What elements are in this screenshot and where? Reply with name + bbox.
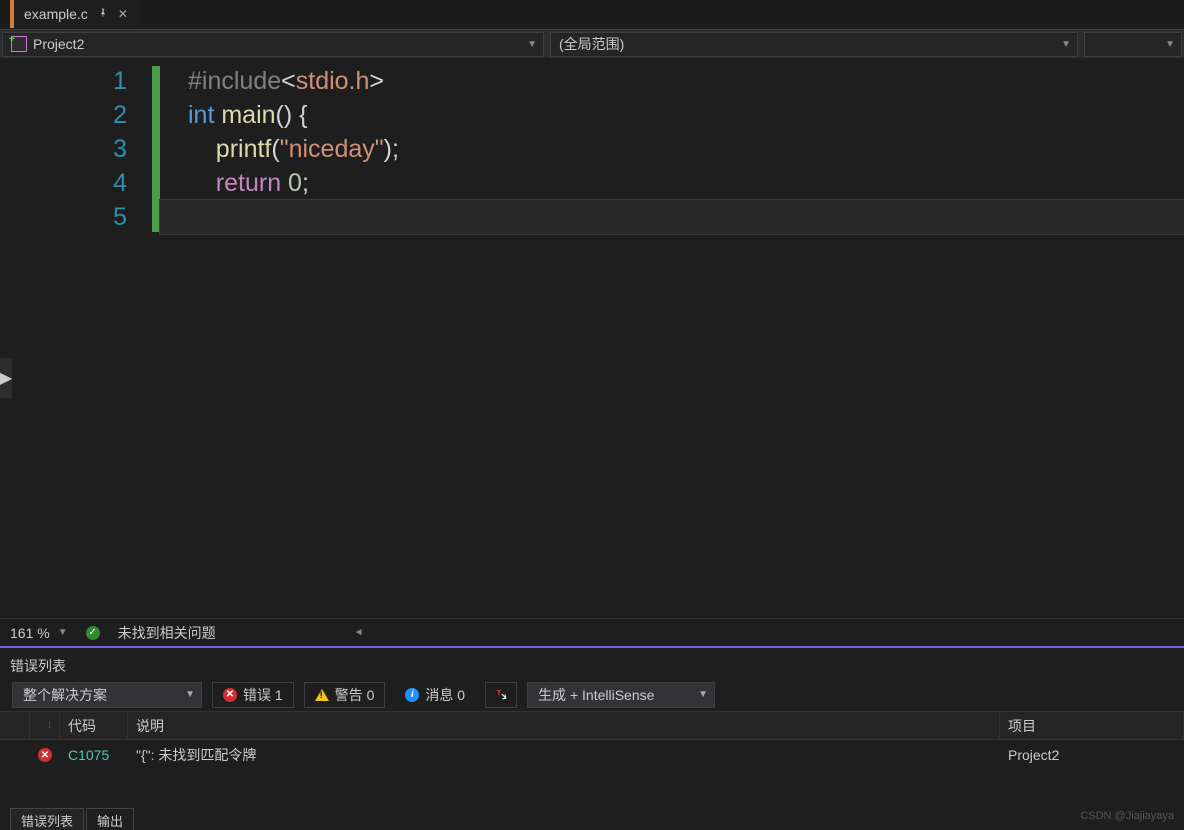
member-dropdown[interactable]: ▼ <box>1084 32 1182 57</box>
watermark: CSDN @Jiajiayaya <box>1080 810 1174 822</box>
warnings-filter-button[interactable]: 警告 0 <box>304 682 386 708</box>
code-line: int main() { <box>160 98 1184 132</box>
error-row[interactable]: ✕ C1075 "{": 未找到匹配令牌 Project2 <box>0 740 1184 770</box>
project-dropdown[interactable]: Project2 ▼ <box>2 32 544 57</box>
file-tab[interactable]: example.c ✕ <box>10 0 138 28</box>
header-grip-col[interactable]: ⁝ <box>30 712 60 739</box>
change-indicator-bar <box>152 58 160 618</box>
project-name: Project2 <box>33 36 84 52</box>
info-icon: i <box>405 688 419 702</box>
line-number-gutter: 1 2 3 4 5 <box>12 58 152 618</box>
chevron-down-icon: ▼ <box>1165 39 1175 50</box>
chevron-down-icon: ▼ <box>527 39 537 50</box>
line-number: 3 <box>12 132 127 166</box>
warning-icon <box>315 689 329 701</box>
scope-dropdown[interactable]: (全局范围) ▼ <box>550 32 1078 57</box>
error-icon: ✕ <box>223 688 237 702</box>
issues-status: 未找到相关问题 <box>118 623 216 643</box>
code-line: printf("niceday"); <box>160 132 1184 166</box>
error-list-title: 错误列表 <box>0 652 1184 678</box>
line-number: 4 <box>12 166 127 200</box>
code-editor[interactable]: ▶ 1 2 3 4 5 #include<stdio.h> int main()… <box>0 58 1184 618</box>
context-bar: Project2 ▼ (全局范围) ▼ ▼ <box>0 29 1184 58</box>
editor-status-bar: 161 % ▼ ✓ 未找到相关问题 <box>0 618 1184 646</box>
error-icon: ✕ <box>38 748 52 762</box>
header-project[interactable]: 项目 <box>1000 712 1184 739</box>
tab-filename: example.c <box>24 6 88 22</box>
pin-icon[interactable] <box>98 7 108 21</box>
chevron-down-icon: ▼ <box>1061 39 1071 50</box>
build-filter-button[interactable] <box>485 682 517 708</box>
error-project: Project2 <box>1000 747 1184 763</box>
tab-output[interactable]: 输出 <box>86 808 134 830</box>
code-line: #include<stdio.h> <box>160 64 1184 98</box>
code-line-current <box>160 200 1184 234</box>
messages-filter-button[interactable]: i 消息 0 <box>395 682 475 708</box>
line-number: 5 <box>12 200 127 234</box>
error-grid-header: ⁝ 代码 说明 项目 <box>0 712 1184 740</box>
chevron-down-icon: ▼ <box>185 689 195 700</box>
header-desc[interactable]: 说明 <box>128 712 1000 739</box>
solution-scope-dropdown[interactable]: 整个解决方案 ▼ <box>12 682 202 708</box>
code-line: return 0; <box>160 166 1184 200</box>
error-description: "{": 未找到匹配令牌 <box>128 745 1000 765</box>
code-area[interactable]: #include<stdio.h> int main() { printf("n… <box>160 58 1184 618</box>
close-icon[interactable]: ✕ <box>118 7 128 21</box>
chevron-down-icon: ▼ <box>698 689 708 700</box>
side-expand-handle[interactable]: ▶ <box>0 58 12 618</box>
project-icon <box>11 36 27 52</box>
bottom-tab-bar: 错误列表 输出 <box>0 808 134 830</box>
zoom-level: 161 % <box>10 625 50 641</box>
errors-filter-button[interactable]: ✕ 错误 1 <box>212 682 294 708</box>
header-code[interactable]: 代码 <box>60 712 128 739</box>
scope-label: (全局范围) <box>559 34 624 54</box>
line-number: 2 <box>12 98 127 132</box>
check-icon: ✓ <box>86 626 100 640</box>
tab-bar: example.c ✕ <box>0 0 1184 29</box>
error-list-toolbar: 整个解决方案 ▼ ✕ 错误 1 警告 0 i 消息 0 生成 + Intelli… <box>0 678 1184 712</box>
error-code-link[interactable]: C1075 <box>68 747 109 763</box>
line-number: 1 <box>12 64 127 98</box>
tab-error-list[interactable]: 错误列表 <box>10 808 84 830</box>
chevron-down-icon: ▼ <box>58 627 68 638</box>
zoom-dropdown[interactable]: 161 % ▼ <box>10 625 68 641</box>
horizontal-scrollbar[interactable] <box>354 627 368 638</box>
source-filter-dropdown[interactable]: 生成 + IntelliSense ▼ <box>527 682 715 708</box>
header-icon-col[interactable] <box>0 712 30 739</box>
